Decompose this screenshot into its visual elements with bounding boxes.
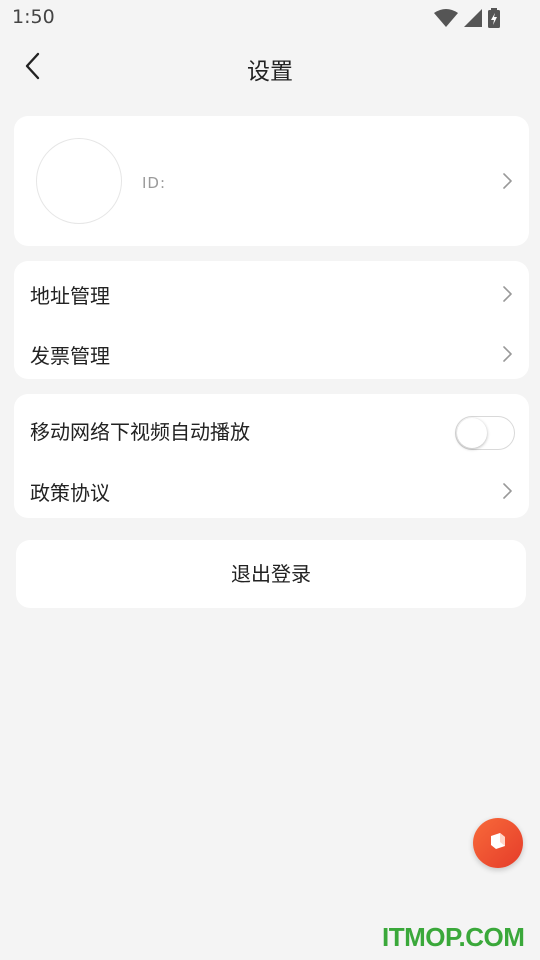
profile-card[interactable]: ID: bbox=[14, 116, 529, 246]
logout-button[interactable]: 退出登录 bbox=[16, 540, 526, 608]
invoice-management-label: 发票管理 bbox=[30, 344, 110, 368]
policy-agreement-row[interactable]: 政策协议 bbox=[14, 460, 529, 520]
autoplay-row: 移动网络下视频自动播放 bbox=[14, 398, 529, 460]
status-icons bbox=[434, 8, 500, 32]
address-management-row[interactable]: 地址管理 bbox=[14, 263, 529, 323]
battery-charging-icon bbox=[488, 8, 500, 32]
floating-action-button[interactable] bbox=[473, 818, 523, 868]
status-bar: 1:50 bbox=[0, 0, 540, 36]
chevron-right-icon bbox=[499, 481, 515, 501]
profile-id-label: ID: bbox=[142, 174, 167, 192]
address-management-label: 地址管理 bbox=[30, 284, 110, 308]
header: 设置 bbox=[0, 36, 540, 102]
autoplay-label: 移动网络下视频自动播放 bbox=[30, 420, 250, 444]
avatar bbox=[36, 138, 122, 224]
settings-screen: 1:50 设置 ID: 地址管理 发票管理 移动网络下视频自动播放 政策协议 退… bbox=[0, 0, 540, 960]
autoplay-toggle[interactable] bbox=[455, 416, 515, 450]
cube-icon bbox=[487, 830, 509, 856]
cellular-signal-icon bbox=[464, 9, 482, 31]
page-title: 设置 bbox=[247, 59, 293, 85]
wifi-icon bbox=[434, 9, 458, 31]
watermark: ITMOP.COM bbox=[382, 922, 525, 952]
settings-group-management: 地址管理 发票管理 bbox=[14, 261, 529, 379]
toggle-knob bbox=[457, 418, 487, 448]
chevron-right-icon bbox=[499, 171, 515, 191]
invoice-management-row[interactable]: 发票管理 bbox=[14, 323, 529, 383]
policy-agreement-label: 政策协议 bbox=[30, 481, 110, 505]
chevron-right-icon bbox=[499, 284, 515, 304]
status-time: 1:50 bbox=[12, 6, 55, 28]
chevron-right-icon bbox=[499, 344, 515, 364]
settings-group-preferences: 移动网络下视频自动播放 政策协议 bbox=[14, 394, 529, 518]
